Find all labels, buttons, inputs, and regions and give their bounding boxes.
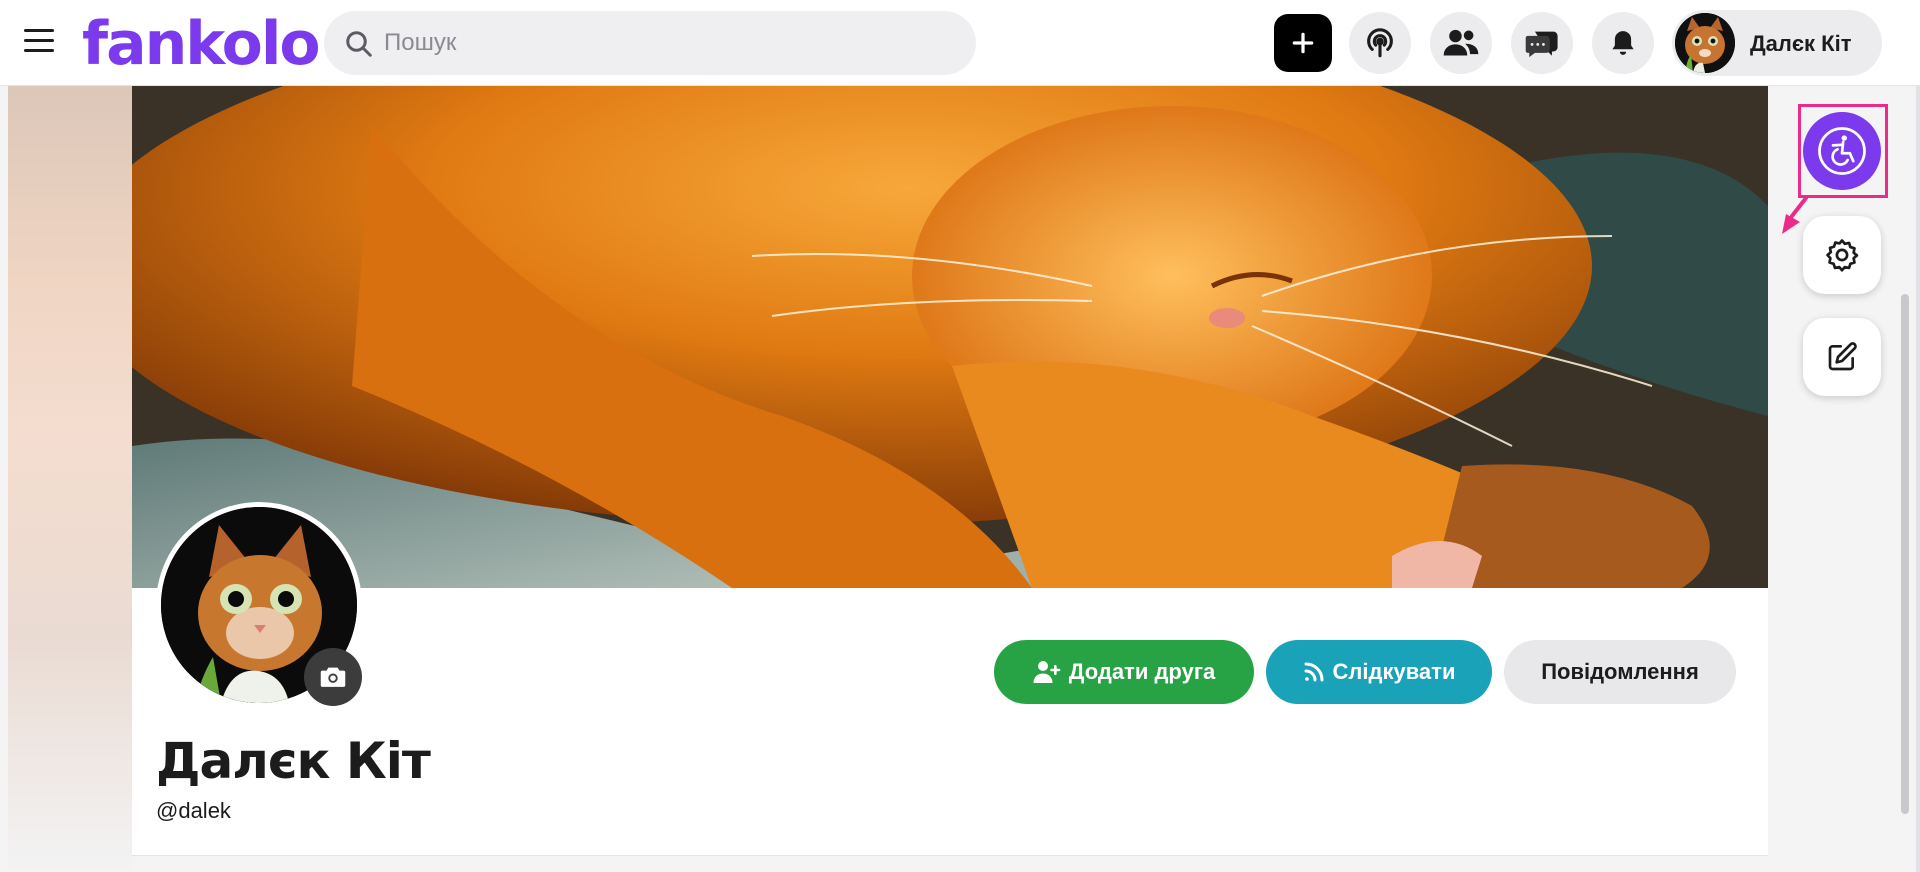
message-button[interactable]: Повідомлення: [1504, 640, 1736, 704]
profile-card: Додати друга Слідкувати Повідомлення Дал…: [132, 86, 1768, 856]
create-post-button[interactable]: [1274, 14, 1332, 72]
profile-menu-button[interactable]: Далєк Кіт: [1672, 10, 1882, 76]
camera-icon: [320, 667, 346, 687]
background-blur: [8, 86, 132, 872]
users-icon: [1443, 29, 1479, 56]
edit-profile-button[interactable]: [1803, 318, 1881, 396]
avatar: [1675, 13, 1735, 73]
profile-name: Далєк Кіт: [1750, 31, 1852, 56]
search-icon: [346, 31, 372, 57]
add-friend-button[interactable]: Додати друга: [994, 640, 1254, 704]
chat-icon: [1525, 31, 1558, 58]
highlight-frame: [1798, 104, 1888, 198]
top-bar: fankolo Пошук Далєк Кіт: [0, 0, 1920, 86]
profile-display-name: Далєк Кіт: [156, 732, 431, 790]
notifications-button[interactable]: [1592, 12, 1654, 74]
cover-image: [132, 86, 1768, 588]
profile-handle: @dalek: [156, 798, 231, 823]
broadcast-button[interactable]: [1349, 12, 1411, 74]
bell-icon: [1612, 31, 1634, 55]
rss-icon: [1304, 662, 1324, 682]
add-friend-label: Додати друга: [1068, 659, 1216, 684]
gear-icon: [1826, 239, 1859, 272]
search-input[interactable]: [384, 11, 954, 75]
change-avatar-button[interactable]: [304, 648, 362, 706]
follow-button[interactable]: Слідкувати: [1266, 640, 1492, 704]
edit-icon: [1828, 342, 1857, 371]
menu-icon[interactable]: [24, 29, 56, 55]
logo[interactable]: fankolo: [82, 8, 321, 80]
plus-icon: [1292, 32, 1314, 54]
user-plus-icon: [1033, 661, 1061, 683]
search-bar[interactable]: [324, 11, 976, 75]
follow-label: Слідкувати: [1332, 659, 1456, 684]
message-label: Повідомлення: [1541, 659, 1699, 684]
scrollbar[interactable]: [1901, 294, 1909, 814]
podcast-icon: [1367, 28, 1393, 58]
messages-button[interactable]: [1511, 12, 1573, 74]
settings-button[interactable]: [1803, 216, 1881, 294]
window-edge: [1916, 86, 1920, 872]
friends-button[interactable]: [1430, 12, 1492, 74]
